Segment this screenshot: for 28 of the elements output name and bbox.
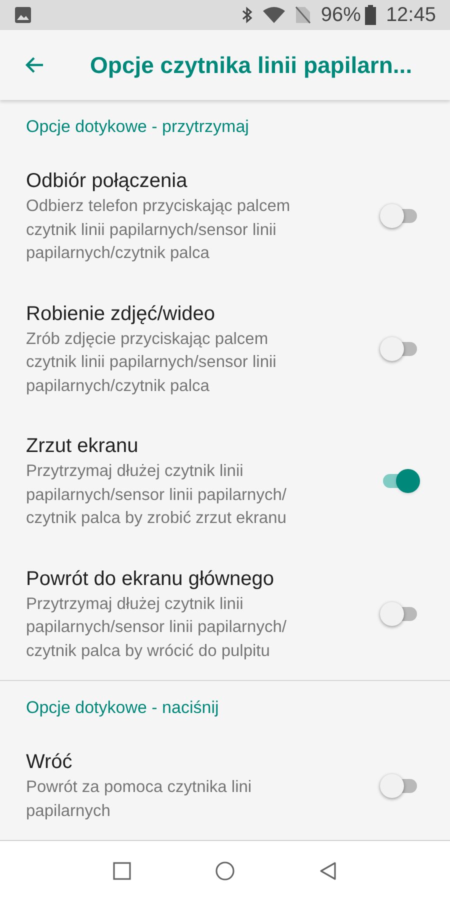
image-icon [14, 6, 32, 24]
battery-percent: 96% [320, 3, 361, 28]
setting-summary: Odbierz telefon przyciskając palcem czytnik linii papilarnych/sensor linii papilarnych/czytnik palca [26, 196, 292, 264]
setting-title: Robienie zdjęć/wideo [26, 302, 216, 326]
setting-row[interactable]: Powrót do ekranu głównego Przytrzymaj dłużej czytnik linii papilarnych/sensor linii papilarnych/ czytnik palca by wrócić do pulpitu [0, 548, 450, 680]
window-title: Opcje czytnika linii papilarn... [90, 50, 412, 80]
setting-row[interactable]: Zrzut ekranu Przytrzymaj dłużej czytnik linii papilarnych/sensor linii papilarnych/ czytnik palca by zrobić zrzut ekranu [0, 415, 450, 548]
setting-row[interactable]: Odbiór połączenia Odbierz telefon przyciskając palcem czytnik linii papilarnych/sensor linii papilarnych/czytnik palca [0, 150, 450, 282]
triangle-icon [319, 860, 338, 880]
circle-icon [214, 860, 235, 880]
section-header: Opcje dotykowe - naciśnij [25, 697, 220, 720]
setting-row[interactable]: Robienie zdjęć/wideo Zrób zdjęcie przyciskając palcem czytnik linii papilarnych/sensor linii papilarnych/czytnik palca [0, 282, 450, 415]
no-sim-icon [294, 6, 311, 24]
setting-summary: Powrót za pomoca czytnika lini papilarnych [26, 777, 253, 822]
bluetooth-icon [240, 6, 253, 24]
wifi-icon [262, 7, 285, 23]
square-icon [112, 862, 131, 880]
clock: 12:45 [386, 3, 436, 28]
section-header: Opcje dotykowe - przytrzymaj [25, 116, 250, 138]
battery-icon [364, 5, 376, 25]
setting-title: Powrót do ekranu głównego [26, 566, 275, 592]
setting-summary: Przytrzymaj dłużej czytnik linii papilarnych/sensor linii papilarnych/ czytnik palca by wrócić do pulpitu [26, 594, 288, 662]
setting-row[interactable]: Wróć Powrót za pomoca czytnika lini papilarnych [0, 731, 450, 840]
setting-summary: Przytrzymaj dłużej czytnik linii papilarnych/sensor linii papilarnych/ czytnik palca by zrobić zrzut ekranu [26, 461, 288, 529]
setting-title: Odbiór połączenia [26, 169, 188, 194]
setting-title: Zrzut ekranu [26, 434, 140, 459]
setting-summary: Zrób zdjęcie przyciskając palcem czytnik linii papilarnych/sensor linii papilarnych/czytnik palca [26, 328, 278, 396]
setting-title: Wróć [26, 750, 74, 775]
